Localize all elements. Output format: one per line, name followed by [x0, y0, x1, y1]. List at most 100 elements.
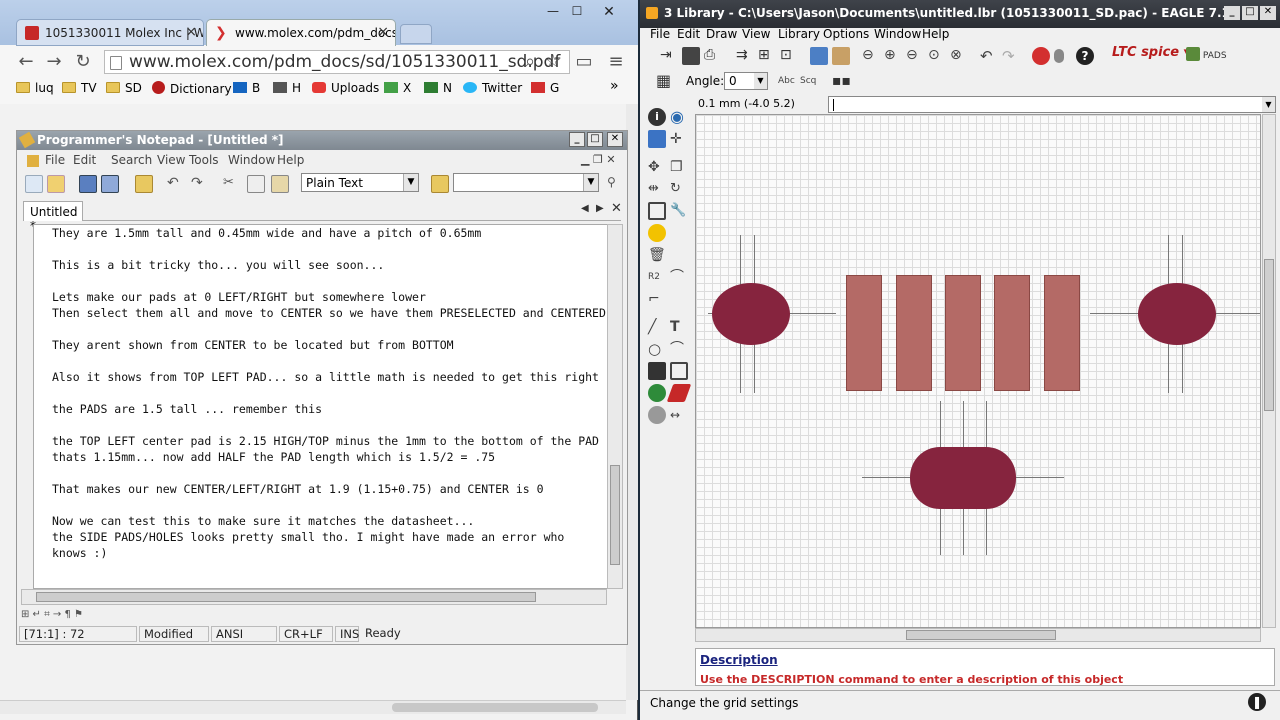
- folder-icon[interactable]: [135, 175, 153, 193]
- find-in-files-icon[interactable]: [431, 175, 449, 193]
- reload-icon[interactable]: ↻: [73, 52, 93, 72]
- bookmark-g[interactable]: G: [531, 81, 559, 95]
- zoom-out-icon[interactable]: ⊖: [906, 47, 924, 65]
- browser-tab-1[interactable]: 1051330011 Molex Inc | WM ×: [16, 19, 204, 46]
- cast-icon[interactable]: ▭: [574, 52, 594, 72]
- miter-icon[interactable]: ⌒: [670, 268, 688, 286]
- info-icon[interactable]: i: [648, 108, 666, 126]
- scheme-select[interactable]: Plain Text ▼: [301, 173, 419, 192]
- left-thru-hole-pad[interactable]: [712, 283, 790, 345]
- maximize-button[interactable]: ☐: [566, 4, 588, 20]
- menu-tools[interactable]: Tools: [189, 153, 219, 167]
- tab-scroll-right-icon[interactable]: ▶: [596, 203, 604, 214]
- rotate-icon[interactable]: ↻: [670, 180, 688, 198]
- canvas-horizontal-scrollbar[interactable]: [695, 628, 1261, 642]
- ltspice-button[interactable]: LTC spice ▾: [1112, 45, 1190, 60]
- change-icon[interactable]: 🔧: [670, 202, 688, 220]
- menu-help[interactable]: Help: [922, 27, 949, 41]
- open-file-icon[interactable]: [47, 175, 65, 193]
- name-icon[interactable]: R2: [648, 268, 666, 286]
- menu-window[interactable]: Window: [874, 27, 921, 41]
- spin-text-icon[interactable]: Scq: [800, 72, 818, 90]
- new-tab-button[interactable]: [400, 24, 432, 44]
- maximize-button[interactable]: □: [587, 132, 603, 147]
- maximize-button[interactable]: □: [1242, 6, 1258, 20]
- copy-icon[interactable]: ❐: [670, 158, 688, 176]
- script-icon[interactable]: ⊡: [780, 47, 798, 65]
- menu-edit[interactable]: Edit: [73, 153, 96, 167]
- redraw-icon[interactable]: ⊗: [950, 47, 968, 65]
- scrollbar-thumb[interactable]: [392, 703, 598, 712]
- smd-pad-4[interactable]: [994, 275, 1030, 391]
- bookmarks-overflow-icon[interactable]: »: [610, 78, 619, 94]
- smd-pad-5[interactable]: [1044, 275, 1080, 391]
- description-heading[interactable]: Description: [700, 653, 1270, 667]
- eagle-drawing-canvas[interactable]: [695, 114, 1261, 628]
- save-all-icon[interactable]: [101, 175, 119, 193]
- bookmark-luq[interactable]: luq: [16, 81, 54, 95]
- zoom-select-icon[interactable]: ⊙: [928, 47, 946, 65]
- redo-icon[interactable]: ↷: [1002, 47, 1020, 65]
- pad-icon[interactable]: [648, 384, 666, 402]
- bookmark-tv[interactable]: TV: [62, 81, 97, 95]
- bookmark-x[interactable]: X: [384, 81, 411, 95]
- browser-tab-2[interactable]: ❯ www.molex.com/pdm_docs/s ×: [206, 19, 396, 46]
- bookmark-dictionary[interactable]: Dictionary: [152, 81, 232, 96]
- mirror-text-icon[interactable]: Abc: [778, 72, 796, 90]
- copy-icon[interactable]: [247, 175, 265, 193]
- hole-icon[interactable]: [648, 406, 666, 424]
- back-icon[interactable]: ←: [16, 52, 36, 72]
- close-button[interactable]: ✕: [607, 132, 623, 147]
- command-line-input[interactable]: ▼: [828, 96, 1276, 113]
- smd-pad-3[interactable]: [945, 275, 981, 391]
- doc-tab-untitled[interactable]: Untitled *: [23, 201, 83, 233]
- move-icon[interactable]: ✥: [648, 158, 666, 176]
- bookmark-b[interactable]: B: [233, 81, 260, 95]
- scrollbar-thumb[interactable]: [36, 592, 536, 602]
- menu-options[interactable]: Options: [823, 27, 869, 41]
- zoom-in-icon[interactable]: ⊕: [884, 47, 902, 65]
- right-thru-hole-pad[interactable]: [1138, 283, 1216, 345]
- undo-icon[interactable]: ↶: [980, 47, 998, 65]
- delete-icon[interactable]: 🗑: [648, 246, 666, 264]
- go-icon[interactable]: [1054, 49, 1064, 63]
- menu-library[interactable]: Library: [778, 27, 820, 41]
- angle-select[interactable]: 0 ▼: [724, 72, 768, 90]
- arc-icon[interactable]: ⌒: [670, 340, 688, 358]
- scrollbar-thumb[interactable]: [906, 630, 1056, 640]
- minimize-button[interactable]: _: [569, 132, 585, 147]
- smd-pad-1[interactable]: [846, 275, 882, 391]
- menu-file[interactable]: File: [45, 153, 65, 167]
- forward-icon[interactable]: →: [44, 52, 64, 72]
- display-icon[interactable]: [648, 130, 666, 148]
- minimize-button[interactable]: _: [1224, 6, 1240, 20]
- new-file-icon[interactable]: [25, 175, 43, 193]
- minimize-button[interactable]: —: [542, 4, 564, 20]
- zoom-fit-icon[interactable]: ⊖: [862, 47, 880, 65]
- menu-file[interactable]: File: [650, 27, 670, 41]
- wire-icon[interactable]: ╱: [648, 318, 666, 336]
- quick-find-input[interactable]: ▼: [453, 173, 599, 192]
- bottom-thru-hole-pad[interactable]: [910, 447, 1016, 509]
- paste-icon[interactable]: [648, 224, 666, 242]
- bookmark-uploads[interactable]: Uploads: [312, 81, 379, 95]
- bookmark-twitter[interactable]: Twitter: [463, 81, 522, 95]
- help-icon[interactable]: ?: [1076, 47, 1094, 65]
- close-button[interactable]: ✕: [598, 4, 620, 20]
- save-icon[interactable]: [682, 47, 700, 65]
- smd-pad-2[interactable]: [896, 275, 932, 391]
- tab-close-icon[interactable]: ×: [185, 24, 197, 40]
- stop-icon[interactable]: [1032, 47, 1050, 65]
- polygon-icon[interactable]: [670, 362, 688, 380]
- tab-close-icon[interactable]: ×: [377, 24, 389, 40]
- bookmark-h[interactable]: H: [273, 81, 301, 95]
- bookmark-star-icon[interactable]: ☆: [543, 52, 563, 72]
- menu-search[interactable]: Search: [111, 153, 152, 167]
- ulp-icon[interactable]: ⊞: [758, 47, 776, 65]
- address-bar[interactable]: www.molex.com/pdm_docs/sd/1051330011_sd.…: [104, 50, 570, 74]
- editor-horizontal-scrollbar[interactable]: [21, 589, 607, 605]
- doc-minimize-button[interactable]: ▁ ❐ ✕: [581, 153, 616, 166]
- paste-icon[interactable]: [271, 175, 289, 193]
- menu-view[interactable]: View: [157, 153, 185, 167]
- pads-button[interactable]: PADS: [1186, 47, 1227, 61]
